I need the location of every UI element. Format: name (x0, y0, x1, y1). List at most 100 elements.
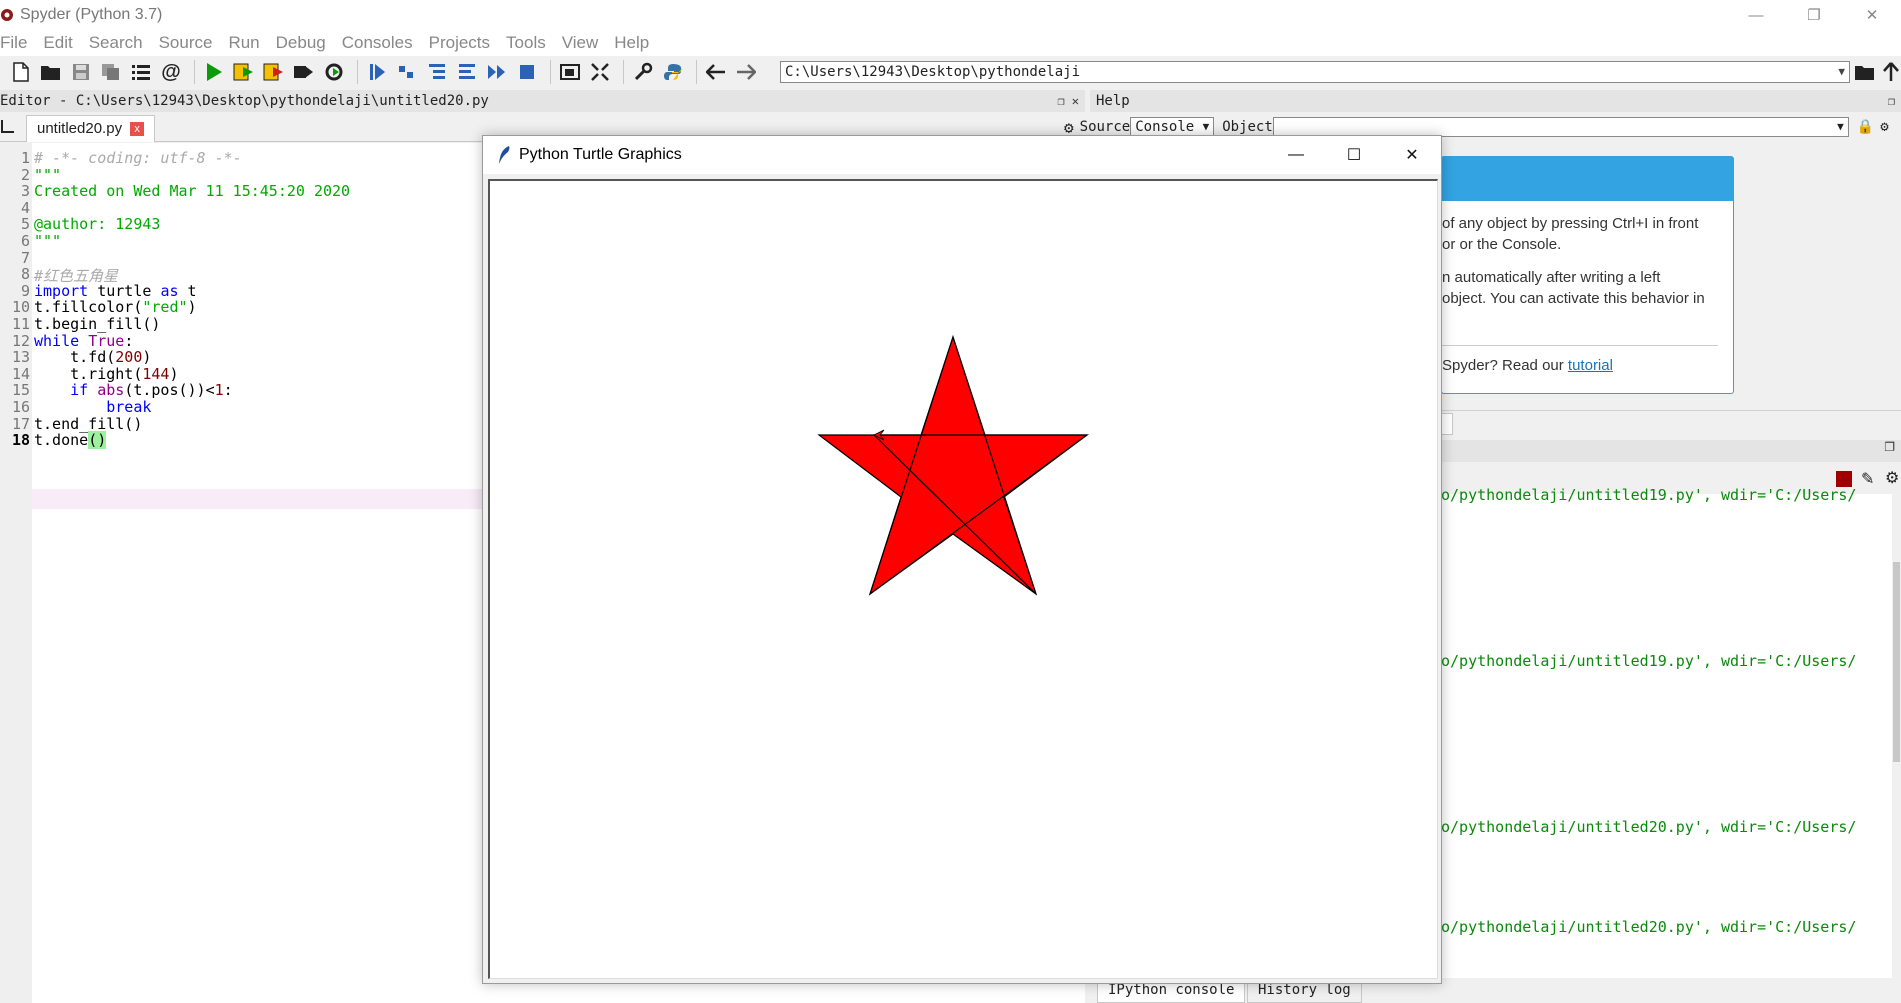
console-scrollbar[interactable] (1892, 494, 1901, 978)
restore-button[interactable]: ❐ (1785, 0, 1843, 30)
working-directory-input[interactable]: C:\Users\12943\Desktop\pythondelaji ▼ (780, 61, 1850, 83)
window-title: Spyder (Python 3.7) (20, 6, 163, 23)
stop-icon[interactable] (514, 59, 540, 85)
title-bar: Spyder (Python 3.7) — ❐ ✕ (0, 0, 1901, 30)
source-select[interactable]: Console ▼ (1130, 117, 1215, 137)
object-input[interactable]: ▼ (1272, 117, 1849, 137)
rerun-icon[interactable] (321, 59, 347, 85)
gear-icon[interactable]: ⚙ (1885, 468, 1899, 488)
new-file-icon[interactable] (8, 59, 34, 85)
gear-icon[interactable]: ⚙ (1064, 118, 1074, 137)
turtle-canvas[interactable] (488, 179, 1438, 979)
toolbar-separator (194, 60, 195, 84)
code-line: while True: (34, 331, 134, 350)
debug-icon[interactable] (364, 59, 390, 85)
editor-path-title: Editor - C:\Users\12943\Desktop\pythonde… (0, 93, 489, 109)
turtle-window-controls: — ☐ ✕ (1267, 136, 1441, 174)
window-controls: — ❐ ✕ (1727, 0, 1901, 30)
step-icon[interactable] (394, 59, 420, 85)
help-pane-header: Help ❐ (1090, 90, 1901, 112)
toolbar-separator (623, 60, 624, 84)
help-text-line: Spyder? Read our tutorial (1442, 357, 1613, 374)
menu-help[interactable]: Help (614, 33, 649, 53)
code-line: # -*- coding: utf-8 -*- (34, 149, 242, 167)
parent-directory-icon[interactable] (1878, 59, 1901, 85)
object-label: Object (1222, 119, 1273, 135)
feather-icon (499, 146, 510, 164)
pane-controls[interactable]: ❐ (1888, 90, 1895, 112)
ipython-console[interactable]: o/pythondelaji/untitled19.py', wdir='C:/… (1441, 486, 1892, 978)
console-pane-header: ❐ (1441, 440, 1901, 462)
help-content-panel: of any object by pressing Ctrl+I in fron… (1441, 156, 1734, 394)
wrench-icon[interactable] (630, 59, 656, 85)
run-icon[interactable] (201, 59, 227, 85)
run-cell-icon[interactable] (231, 59, 257, 85)
help-text-line: n automatically after writing a left (1442, 269, 1661, 286)
lock-icon[interactable]: 🔒 (1857, 119, 1874, 135)
close-button[interactable]: ✕ (1383, 136, 1441, 174)
line-number: 16 (11, 398, 30, 416)
pane-controls[interactable]: ❐ ✕ (1057, 90, 1079, 112)
tab-untitled20[interactable]: untitled20.py x (26, 115, 156, 142)
code-line: """ (34, 165, 62, 184)
turtle-graphics-window: Python Turtle Graphics — ☐ ✕ (482, 135, 1442, 984)
turtle-title-bar: Python Turtle Graphics — ☐ ✕ (483, 136, 1441, 174)
code-line: t.fd(200) (34, 348, 152, 367)
code-line: t.done() (34, 431, 107, 450)
current-line-highlight (32, 489, 492, 509)
menu-run[interactable]: Run (228, 33, 259, 53)
back-arrow-icon[interactable] (703, 59, 729, 85)
open-folder-icon[interactable] (38, 59, 64, 85)
gear-icon[interactable]: ⚙ (1880, 119, 1888, 135)
menu-search[interactable]: Search (89, 33, 143, 53)
help-tab[interactable] (1441, 413, 1453, 435)
at-symbol-icon[interactable]: @ (158, 59, 184, 85)
line-number: 1 (20, 149, 30, 167)
run-selection-icon[interactable] (291, 59, 317, 85)
menu-source[interactable]: Source (159, 33, 213, 53)
list-icon[interactable] (128, 59, 154, 85)
stop-kernel-icon[interactable] (1836, 471, 1852, 487)
save-icon[interactable] (68, 59, 94, 85)
tab-close-icon[interactable]: x (130, 122, 145, 136)
close-button[interactable]: ✕ (1843, 0, 1901, 30)
maximize-button[interactable]: ☐ (1325, 136, 1383, 174)
code-line: t.end_fill() (34, 414, 143, 433)
menu-file[interactable]: File (0, 33, 27, 53)
line-number: 4 (20, 198, 30, 217)
help-title: Help (1096, 93, 1130, 109)
console-line: o/pythondelaji/untitled19.py', wdir='C:/… (1441, 652, 1857, 670)
spyder-window: { "app": { "title": "Spyder (Python 3.7)… (0, 0, 1901, 1003)
console-line: o/pythondelaji/untitled20.py', wdir='C:/… (1441, 918, 1857, 936)
menu-edit[interactable]: Edit (43, 33, 72, 53)
menu-projects[interactable]: Projects (429, 33, 490, 53)
menu-tools[interactable]: Tools (506, 33, 546, 53)
step-into-icon[interactable] (424, 59, 450, 85)
step-return-icon[interactable] (454, 59, 480, 85)
browse-folder-icon[interactable] (1852, 59, 1878, 85)
source-select-value: Console (1135, 119, 1195, 135)
scrollbar-thumb[interactable] (1893, 562, 1900, 762)
help-text-line: object. You can activate this behavior i… (1442, 290, 1705, 307)
menu-debug[interactable]: Debug (276, 33, 326, 53)
fullscreen-icon[interactable] (587, 59, 613, 85)
run-cell-advance-icon[interactable] (261, 59, 287, 85)
minimize-button[interactable]: — (1727, 0, 1785, 30)
code-line: """ (34, 232, 62, 250)
chevron-down-icon[interactable]: ▼ (1838, 62, 1845, 82)
menu-consoles[interactable]: Consoles (342, 33, 413, 53)
maximize-pane-icon[interactable] (557, 59, 583, 85)
menu-view[interactable]: View (562, 33, 599, 53)
tutorial-link[interactable]: tutorial (1568, 357, 1613, 374)
forward-arrow-icon[interactable] (733, 59, 759, 85)
python-path-icon[interactable] (660, 59, 686, 85)
continue-icon[interactable] (484, 59, 510, 85)
line-number-gutter: 1 2 3 4 5 6 7 8 9 10 11 12 13 14 15 16 17 18 (0, 143, 32, 1003)
browse-tabs-icon[interactable] (0, 118, 16, 134)
minimize-button[interactable]: — (1267, 136, 1325, 174)
eraser-icon[interactable]: ✎ (1861, 469, 1874, 489)
turtle-window-title: Python Turtle Graphics (519, 146, 682, 163)
pane-controls[interactable]: ❐ (1884, 440, 1895, 454)
help-text-line: or or the Console. (1442, 236, 1562, 253)
save-all-icon[interactable] (98, 59, 124, 85)
